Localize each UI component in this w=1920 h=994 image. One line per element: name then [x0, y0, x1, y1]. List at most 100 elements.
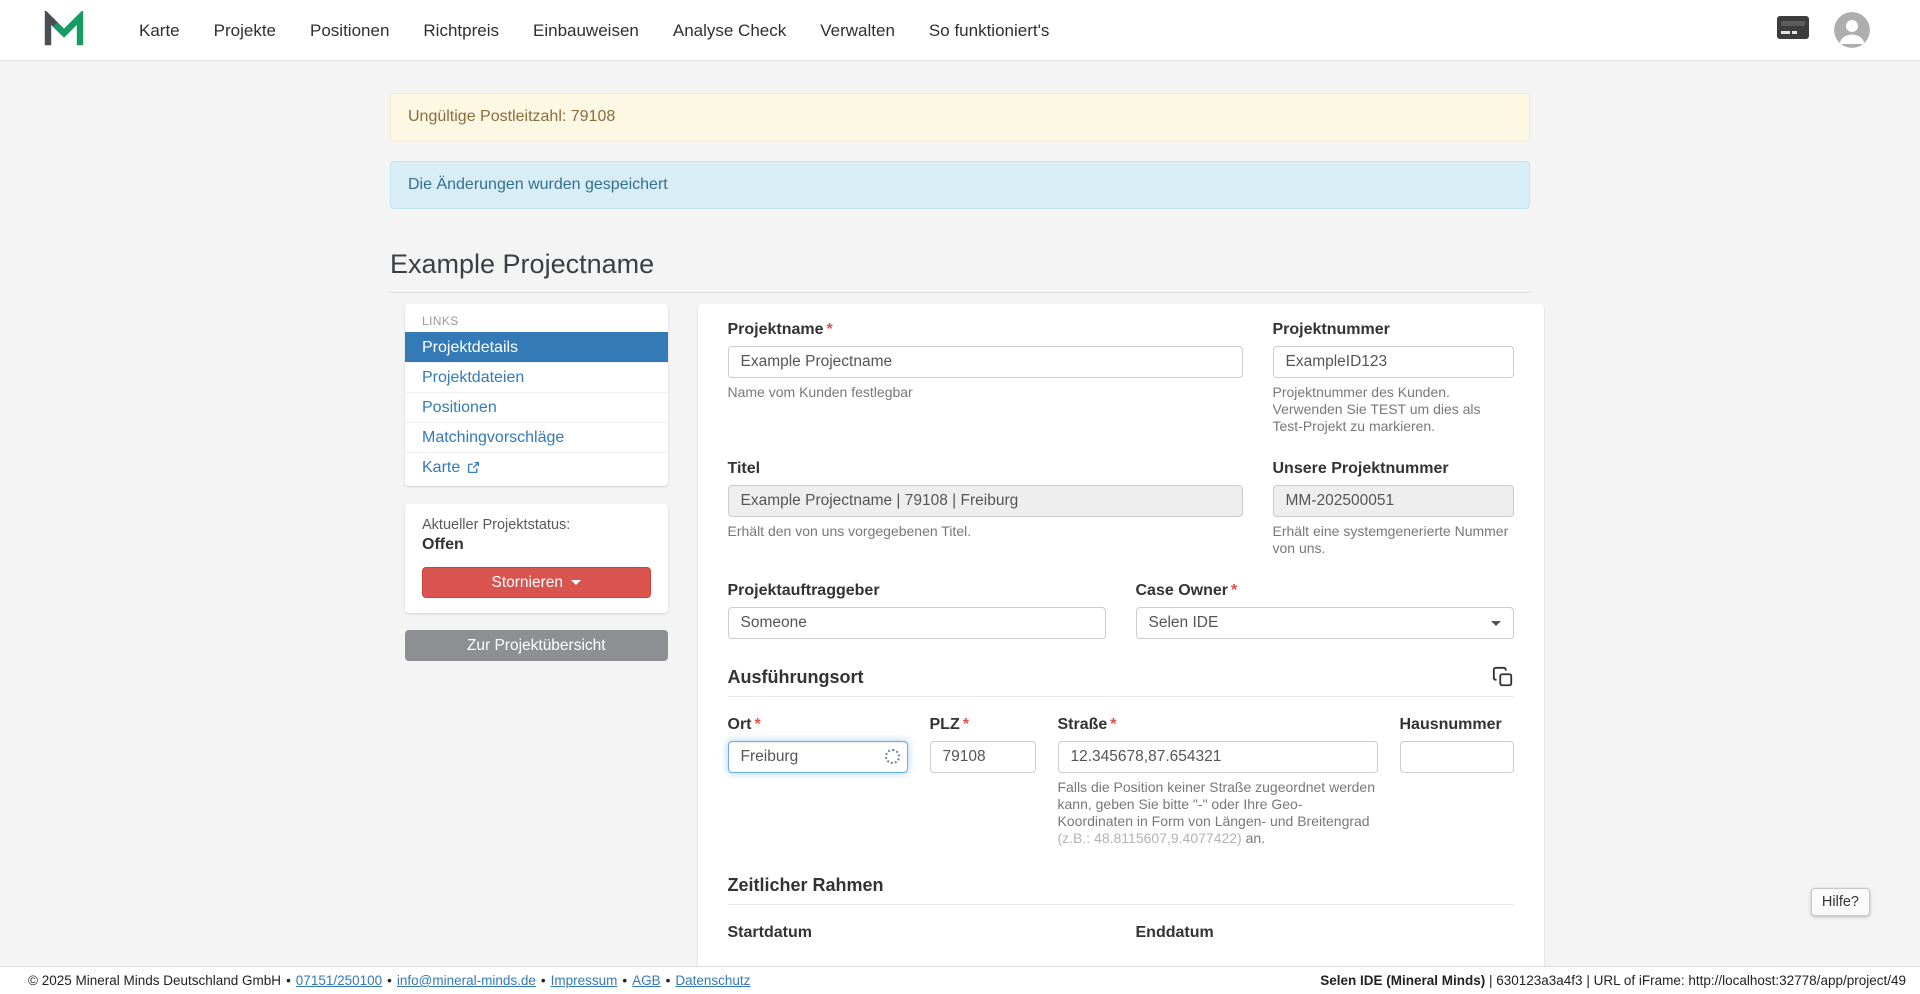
plz-label: PLZ* [930, 715, 1036, 735]
required-marker: * [1110, 716, 1116, 733]
projektnummer-label: Projektnummer [1273, 320, 1514, 340]
unsere-projektnummer-label: Unsere Projektnummer [1273, 459, 1514, 479]
zeitlicher-rahmen-heading: Zeitlicher Rahmen [728, 875, 884, 896]
titel-label: Titel [728, 459, 1243, 479]
strasse-help-example: (z.B.: 48.8115607,9.4077422) [1058, 830, 1242, 846]
nav-link-einbauweisen[interactable]: Einbauweisen [516, 0, 656, 61]
chevron-down-icon [1491, 621, 1501, 626]
enddatum-label: Enddatum [1136, 923, 1514, 943]
stornieren-button-label: Stornieren [491, 574, 563, 592]
field-hausnummer: Hausnummer [1400, 715, 1514, 773]
top-navbar: Karte Projekte Positionen Richtpreis Ein… [0, 0, 1920, 61]
nav-link-verwalten[interactable]: Verwalten [803, 0, 912, 61]
plz-input[interactable] [930, 741, 1036, 773]
copy-icon [1492, 666, 1514, 688]
hausnummer-input[interactable] [1400, 741, 1514, 773]
footer-separator: • [286, 973, 291, 988]
footer-separator: • [541, 973, 546, 988]
project-status-panel: Aktueller Projektstatus: Offen Storniere… [405, 504, 668, 613]
sidebar-link-positionen[interactable]: Positionen [405, 392, 668, 422]
sidebar-link-projektdateien[interactable]: Projektdateien [405, 362, 668, 392]
footer-separator: • [666, 973, 671, 988]
project-status-value: Offen [422, 536, 651, 554]
ort-label: Ort* [728, 715, 908, 735]
footer-agb-link[interactable]: AGB [632, 973, 661, 988]
footer-session-details: | 630123a3a4f3 | URL of iFrame: http://l… [1485, 973, 1906, 988]
loading-spinner-icon [885, 749, 900, 764]
footer-separator: • [622, 973, 627, 988]
caret-down-icon [571, 580, 581, 585]
copy-address-button[interactable] [1492, 666, 1514, 688]
sidebar-item-matchingvorschlaege: Matchingvorschläge [405, 422, 668, 452]
field-enddatum: Enddatum [1136, 923, 1514, 949]
field-startdatum: Startdatum [728, 923, 1106, 949]
hausnummer-label: Hausnummer [1400, 715, 1514, 735]
sidebar-links-panel: LINKS Projektdetails Projektdateien Posi… [405, 304, 668, 486]
field-unsere-projektnummer: Unsere Projektnummer Erhält eine systemg… [1273, 459, 1514, 557]
projektauftraggeber-input[interactable] [728, 607, 1106, 639]
projektuebersicht-button[interactable]: Zur Projektübersicht [405, 630, 668, 661]
nav-link-karte[interactable]: Karte [122, 0, 197, 61]
main-area: Ungültige Postleitzahl: 79108 Die Änderu… [0, 61, 1920, 994]
user-avatar[interactable] [1834, 12, 1870, 48]
stornieren-button[interactable]: Stornieren [422, 567, 651, 598]
nav-link-positionen[interactable]: Positionen [293, 0, 406, 61]
case-owner-selected-value: Selen IDE [1149, 614, 1219, 632]
sidebar-item-projektdetails: Projektdetails [405, 332, 668, 362]
sidebar-item-positionen: Positionen [405, 392, 668, 422]
brand-logo[interactable] [44, 11, 84, 49]
sidebar-link-karte[interactable]: Karte [405, 452, 668, 482]
strasse-help-main: Falls die Position keiner Straße zugeord… [1058, 779, 1376, 829]
startdatum-label: Startdatum [728, 923, 1106, 943]
project-status-label: Aktueller Projektstatus: [422, 517, 651, 533]
nav-link-projekte[interactable]: Projekte [197, 0, 293, 61]
nav-item-so-funktionierts: So funktioniert's [912, 0, 1066, 61]
field-plz: PLZ* [930, 715, 1036, 773]
projektname-help: Name vom Kunden festlegbar [728, 384, 1243, 401]
project-form-panel: Projektname* Name vom Kunden festlegbar … [698, 304, 1544, 994]
zeitlicher-rahmen-section-header: Zeitlicher Rahmen [728, 875, 1514, 905]
help-button[interactable]: Hilfe? [1811, 888, 1870, 916]
required-marker: * [963, 716, 969, 733]
case-owner-select[interactable]: Selen IDE [1136, 607, 1514, 639]
strasse-input[interactable] [1058, 741, 1378, 773]
strasse-label: Straße* [1058, 715, 1378, 735]
field-projektauftraggeber: Projektauftraggeber [728, 581, 1106, 639]
footer-impressum-link[interactable]: Impressum [551, 973, 618, 988]
titel-input [728, 485, 1243, 517]
footer-separator: • [387, 973, 392, 988]
titel-help: Erhält den von uns vorgegebenen Titel. [728, 523, 1243, 540]
person-icon [1834, 12, 1870, 48]
field-ort: Ort* [728, 715, 908, 773]
footer-session-info: Selen IDE (Mineral Minds) | 630123a3a4f3… [1320, 973, 1906, 988]
navbar-right-icons [1776, 12, 1870, 48]
nav-link-richtpreis[interactable]: Richtpreis [406, 0, 516, 61]
sidebar-link-karte-label: Karte [422, 458, 460, 477]
footer-email-link[interactable]: info@mineral-minds.de [397, 973, 536, 988]
unsere-projektnummer-help: Erhält eine systemgenerierte Nummer von … [1273, 523, 1514, 557]
nav-link-so-funktionierts[interactable]: So funktioniert's [912, 0, 1066, 61]
footer-phone-link[interactable]: 07151/250100 [296, 973, 382, 988]
field-case-owner: Case Owner* Selen IDE [1136, 581, 1514, 639]
strasse-label-text: Straße [1058, 716, 1108, 733]
nav-item-verwalten: Verwalten [803, 0, 912, 61]
page-header: Example Projectname [390, 249, 1530, 293]
footer-left: © 2025 Mineral Minds Deutschland GmbH • … [28, 973, 750, 988]
mineral-minds-logo-icon [44, 11, 84, 49]
projektname-label: Projektname* [728, 320, 1243, 340]
ort-label-text: Ort [728, 716, 752, 733]
sidebar-link-matchingvorschlaege[interactable]: Matchingvorschläge [405, 422, 668, 452]
footer: © 2025 Mineral Minds Deutschland GmbH • … [0, 966, 1920, 994]
nav-link-analyse-check[interactable]: Analyse Check [656, 0, 803, 61]
case-owner-label-text: Case Owner [1136, 582, 1228, 599]
card-icon[interactable] [1776, 15, 1810, 45]
projektnummer-input[interactable] [1273, 346, 1514, 378]
nav-item-analyse-check: Analyse Check [656, 0, 803, 61]
required-marker: * [1231, 582, 1237, 599]
footer-datenschutz-link[interactable]: Datenschutz [675, 973, 750, 988]
sidebar-link-projektdetails[interactable]: Projektdetails [405, 332, 668, 362]
footer-session-owner: Selen IDE (Mineral Minds) [1320, 973, 1485, 988]
field-titel: Titel Erhält den von uns vorgegebenen Ti… [728, 459, 1243, 540]
projektname-input[interactable] [728, 346, 1243, 378]
ort-input[interactable] [728, 741, 908, 773]
